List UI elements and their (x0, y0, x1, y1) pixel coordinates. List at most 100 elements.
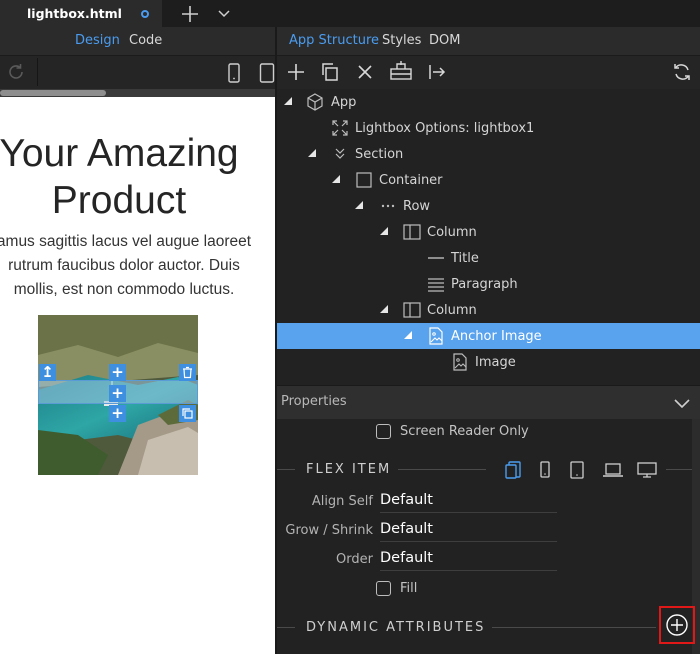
tree-item-label: Column (427, 303, 477, 318)
device-phone-button[interactable] (538, 460, 552, 480)
tab-code[interactable]: Code (129, 33, 162, 48)
page-title[interactable]: Your Amazing Product (0, 130, 250, 224)
align-self-value[interactable]: Default (380, 492, 433, 508)
tree-item-label: Section (355, 147, 404, 162)
section-divider (277, 469, 295, 470)
device-tablet-button[interactable] (569, 460, 585, 480)
device-desktop-button[interactable] (636, 461, 658, 479)
tree-item-app[interactable]: App (277, 89, 700, 115)
phone-preview-button[interactable] (227, 63, 241, 83)
tab-dom[interactable]: DOM (429, 33, 460, 48)
trash-icon (183, 366, 192, 379)
properties-title: Properties (281, 394, 347, 409)
column-icon (403, 301, 421, 319)
field-underline (380, 541, 557, 542)
copy-icon (322, 63, 338, 81)
plus-icon (288, 64, 304, 80)
structure-toolbar (277, 55, 700, 89)
tree-item-title[interactable]: Title (277, 245, 700, 271)
paragraph-icon (427, 275, 445, 293)
document-tab-title[interactable]: lightbox.html (27, 6, 122, 21)
arrow-right-icon (429, 65, 446, 79)
reload-button[interactable] (5, 62, 27, 82)
tree-item-label: Column (427, 225, 477, 240)
add-component-button[interactable] (286, 62, 306, 82)
duplicate-button[interactable] (320, 62, 340, 82)
expand-triangle-icon[interactable] (380, 227, 388, 235)
cube-icon (306, 93, 324, 111)
paragraph-line: rutrum faucibus dolor auctor. Duis (8, 257, 240, 274)
tablet-preview-button[interactable] (259, 63, 275, 83)
paragraph[interactable]: amus sagittis lacus vel augue laoreet ru… (0, 230, 262, 302)
dots-icon (379, 197, 397, 215)
tab-design[interactable]: Design (75, 33, 120, 48)
expand-triangle-icon[interactable] (380, 305, 388, 313)
order-value[interactable]: Default (380, 550, 433, 566)
tree-item-paragraph[interactable]: Paragraph (277, 271, 700, 297)
tree-item-label: Row (403, 199, 431, 214)
image-icon (427, 327, 445, 345)
delete-element-button[interactable] (179, 364, 196, 381)
move-out-button[interactable] (427, 62, 447, 82)
order-label: Order (336, 552, 373, 567)
screen-reader-only-checkbox[interactable] (376, 424, 391, 439)
tree-item-column[interactable]: Column (277, 297, 700, 323)
fill-label: Fill (400, 581, 418, 596)
select-parent-button[interactable]: ↥ (39, 364, 56, 381)
section-divider (492, 627, 656, 628)
add-before-button[interactable]: + (109, 364, 126, 381)
refresh-button[interactable] (671, 62, 693, 82)
expand-icon (331, 119, 349, 137)
section-divider (398, 469, 486, 470)
device-all-button[interactable] (504, 460, 524, 480)
tree-item-label: App (331, 95, 357, 110)
delete-button[interactable] (355, 62, 375, 82)
toolbar-separator (37, 58, 38, 86)
tree-item-section[interactable]: Section (277, 141, 700, 167)
square-icon (355, 171, 373, 189)
add-after-button[interactable]: + (109, 405, 126, 422)
scrollbar-thumb[interactable] (0, 90, 106, 96)
tab-styles[interactable]: Styles (382, 33, 421, 48)
tree-item-label: Title (451, 251, 479, 266)
tree-item-column[interactable]: Column (277, 219, 700, 245)
refresh-icon (9, 64, 23, 79)
tree-item-label: Anchor Image (451, 329, 542, 344)
laptop-icon (603, 463, 623, 477)
tree-item-image[interactable]: Image (277, 349, 700, 375)
tab-menu-button[interactable] (217, 7, 231, 19)
expand-triangle-icon[interactable] (284, 97, 292, 105)
unsaved-indicator-icon[interactable] (141, 10, 149, 18)
expand-triangle-icon[interactable] (308, 149, 316, 157)
tree-item-lightbox-options[interactable]: Lightbox Options: lightbox1 (277, 115, 700, 141)
phone-icon (228, 63, 240, 83)
tab-app-structure[interactable]: App Structure (289, 33, 379, 48)
add-dynamic-attribute-button[interactable] (659, 606, 695, 644)
section-divider (666, 469, 692, 470)
flex-item-section-title: FLEX ITEM (306, 462, 392, 477)
tree-item-label: Paragraph (451, 277, 518, 292)
new-tab-button[interactable] (180, 4, 200, 24)
fill-checkbox[interactable] (376, 581, 391, 596)
column-icon (403, 223, 421, 241)
copy-icon (182, 408, 193, 419)
tree-item-label: Container (379, 173, 443, 188)
line-icon (427, 249, 445, 267)
chevron-down-icon (218, 10, 230, 18)
expand-triangle-icon[interactable] (332, 175, 340, 183)
package-icon (390, 61, 412, 80)
add-inside-button[interactable]: + (109, 385, 126, 402)
field-underline (380, 570, 557, 571)
desktop-icon (637, 462, 657, 478)
grow-shrink-label: Grow / Shrink (285, 523, 373, 538)
collapse-properties-button[interactable] (672, 396, 692, 410)
tree-item-anchor-image[interactable]: Anchor Image (277, 323, 700, 349)
duplicate-element-button[interactable] (179, 405, 196, 422)
tree-item-row[interactable]: Row (277, 193, 700, 219)
tree-item-container[interactable]: Container (277, 167, 700, 193)
grow-shrink-value[interactable]: Default (380, 521, 433, 537)
expand-triangle-icon[interactable] (404, 331, 412, 339)
device-laptop-button[interactable] (602, 461, 624, 479)
expand-triangle-icon[interactable] (355, 201, 363, 209)
package-button[interactable] (389, 60, 413, 82)
